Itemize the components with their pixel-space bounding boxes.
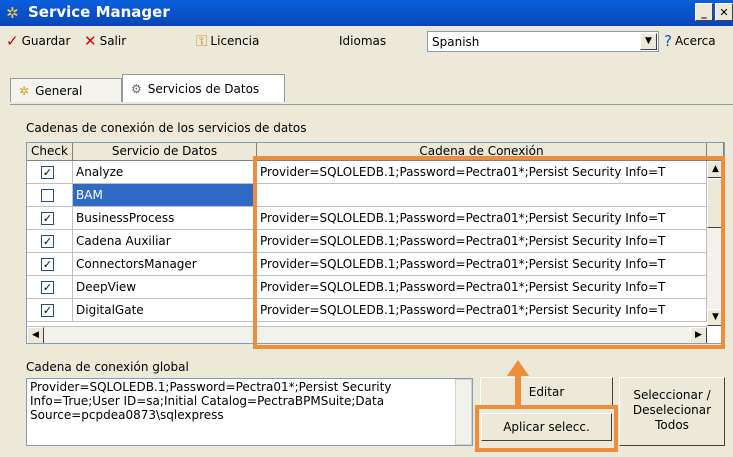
table-row[interactable]: ✓ DeepView Provider=SQLOLEDB.1;Password=Pe… [27, 276, 724, 299]
global-connection-text: Provider=SQLOLEDB.1;Password=Pectra01*;P… [30, 380, 392, 422]
x-icon: ✕ [84, 32, 97, 50]
service-cell[interactable]: DeepView [73, 276, 257, 299]
scroll-down-arrow-icon[interactable]: ▼ [707, 309, 724, 326]
tab-servicios-de-datos[interactable]: ⚙ Servicios de Datos [122, 74, 285, 102]
check-cell: ✓ [27, 299, 73, 322]
connection-cell[interactable]: Provider=SQLOLEDB.1;Password=Pectra01*;P… [257, 253, 707, 276]
check-cell: ✓ [27, 230, 73, 253]
salir-button[interactable]: ✕ Salir [84, 32, 127, 50]
row-checkbox[interactable] [41, 189, 54, 202]
editar-button[interactable]: Editar [480, 377, 613, 408]
connection-cell[interactable]: Provider=SQLOLEDB.1;Password=Pectra01*;P… [257, 299, 707, 322]
gear-icon: ✲ [19, 83, 30, 98]
service-cell[interactable]: BAM [73, 184, 257, 207]
gear-icon: ✲ [6, 4, 19, 22]
table-row[interactable]: ✓ Analyze Provider=SQLOLEDB.1;Password=Pec… [27, 161, 724, 184]
check-cell: ✓ [27, 276, 73, 299]
table-row[interactable]: ✓ Cadena Auxiliar Provider=SQLOLEDB.1;Pass… [27, 230, 724, 253]
service-cell[interactable]: Analyze [73, 161, 257, 184]
scroll-left-arrow-icon[interactable]: ◀ [27, 327, 44, 343]
grid-section-label: Cadenas de conexión de los servicios de … [26, 121, 307, 135]
connection-cell[interactable]: Provider=SQLOLEDB.1;Password=Pectra01*;P… [257, 230, 707, 253]
language-value: Spanish [432, 35, 480, 49]
checkmark-icon: ✓ [6, 32, 19, 50]
connection-cell[interactable]: Provider=SQLOLEDB.1;Password=Pectra01*;P… [257, 161, 707, 184]
tab-general-label: General [35, 83, 83, 98]
connection-cell[interactable] [257, 184, 707, 207]
salir-label: Salir [99, 34, 127, 48]
arrow-up-icon [507, 360, 529, 376]
scroll-thumb[interactable] [707, 178, 724, 228]
database-icon: ⚙ [131, 81, 142, 96]
seleccionar-todos-button[interactable]: Seleccionar / Deselecionar Todos [619, 377, 725, 446]
row-checkbox[interactable]: ✓ [41, 281, 54, 294]
idiomas-label: Idiomas [339, 34, 386, 48]
window-controls: _ ✕ [695, 3, 733, 21]
check-cell: ✓ [27, 253, 73, 276]
service-cell[interactable]: Cadena Auxiliar [73, 230, 257, 253]
header-check[interactable]: Check [27, 143, 73, 161]
aplicar-selecc-button[interactable]: Aplicar selecc. [481, 413, 612, 441]
title-bar[interactable]: ✲ Service Manager _ ✕ [0, 0, 733, 26]
check-cell: ✓ [27, 161, 73, 184]
services-grid: Check Servicio de Datos Cadena de Conexi… [26, 142, 725, 344]
row-checkbox[interactable]: ✓ [41, 166, 54, 179]
header-service[interactable]: Servicio de Datos [73, 143, 257, 161]
header-connection[interactable]: Cadena de Conexión [257, 143, 707, 161]
service-cell[interactable]: DigitalGate [73, 299, 257, 322]
acerca-label: Acerca [674, 34, 716, 48]
chevron-down-icon[interactable]: ▼ [640, 33, 657, 50]
scroll-up-arrow-icon[interactable]: ▲ [707, 161, 724, 178]
table-row[interactable]: ✓ DigitalGate Provider=SQLOLEDB.1;Password… [27, 299, 724, 322]
guardar-label: Guardar [21, 34, 71, 48]
acerca-button[interactable]: ? Acerca [664, 32, 716, 50]
global-connection-label: Cadena de conexión global [26, 360, 189, 374]
scroll-right-arrow-icon[interactable]: ▶ [690, 327, 707, 343]
seleccionar-line-3: Todos [655, 418, 689, 432]
row-checkbox[interactable]: ✓ [41, 235, 54, 248]
tab-general[interactable]: ✲ General [10, 78, 122, 102]
table-row[interactable]: BAM [27, 184, 724, 207]
check-cell: ✓ [27, 207, 73, 230]
header-corner [707, 143, 724, 161]
tab-servicios-label: Servicios de Datos [147, 81, 260, 96]
textarea-scrollbar[interactable] [455, 379, 472, 445]
help-icon: ? [664, 32, 672, 50]
horizontal-scrollbar[interactable]: ◀ ▶ [27, 326, 707, 343]
connection-cell[interactable]: Provider=SQLOLEDB.1;Password=Pectra01*;P… [257, 207, 707, 230]
connection-cell[interactable]: Provider=SQLOLEDB.1;Password=Pectra01*;P… [257, 276, 707, 299]
table-row[interactable]: ✓ BusinessProcess Provider=SQLOLEDB.1;Pass… [27, 207, 724, 230]
vertical-scrollbar[interactable]: ▲ ▼ [707, 161, 724, 326]
arrow-shaft [515, 374, 521, 405]
row-checkbox[interactable]: ✓ [41, 258, 54, 271]
guardar-button[interactable]: ✓ Guardar [6, 32, 71, 50]
check-cell [27, 184, 73, 207]
service-cell[interactable]: ConnectorsManager [73, 253, 257, 276]
key-icon: ⚿ [196, 32, 208, 50]
row-checkbox[interactable]: ✓ [41, 212, 54, 225]
minimize-button[interactable]: _ [695, 3, 713, 21]
idiomas-text: Idiomas [339, 34, 387, 48]
close-button[interactable]: ✕ [715, 3, 733, 21]
seleccionar-line-1: Seleccionar / [633, 388, 711, 402]
window-title: Service Manager [28, 3, 170, 21]
licencia-label: Licencia [210, 34, 260, 48]
service-cell[interactable]: BusinessProcess [73, 207, 257, 230]
licencia-button[interactable]: ⚿ Licencia [196, 32, 260, 50]
global-connection-textarea[interactable]: Provider=SQLOLEDB.1;Password=Pectra01*;P… [26, 378, 473, 446]
table-row[interactable]: ✓ ConnectorsManager Provider=SQLOLEDB.1;Pa… [27, 253, 724, 276]
language-select[interactable]: Spanish ▼ [427, 31, 659, 52]
service-manager-window: ✲ Service Manager _ ✕ ✓ Guardar ✕ Salir … [0, 0, 733, 457]
seleccionar-line-2: Deselecionar [632, 403, 712, 417]
row-checkbox[interactable]: ✓ [41, 304, 54, 317]
